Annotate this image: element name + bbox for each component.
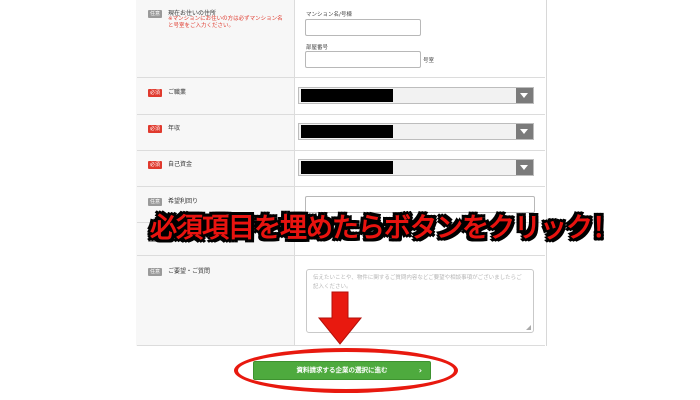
optional-badge: 任意 <box>148 10 162 18</box>
proceed-button-label: 資料請求する企業の選択に進む <box>296 366 388 374</box>
row-divider <box>137 77 545 78</box>
occupation-label: ご職業 <box>168 89 187 96</box>
room-number-label: 部屋番号 <box>306 45 329 51</box>
instruction-overlay-text: 必須項目を埋めたらボタンをクリック！ <box>150 213 619 244</box>
row-divider <box>137 255 545 256</box>
chevron-down-icon[interactable] <box>516 160 533 175</box>
label-column <box>136 0 295 346</box>
desired-yield-input[interactable] <box>305 196 535 213</box>
requests-label: ご要望・ご質問 <box>168 268 211 275</box>
savings-select[interactable] <box>298 159 534 176</box>
row-divider <box>137 114 545 115</box>
desired-yield-label: 希望利回り <box>168 198 199 205</box>
row-divider <box>137 150 545 151</box>
required-badge: 必須 <box>148 161 162 169</box>
chevron-down-icon[interactable] <box>516 88 533 103</box>
annual-income-label: 年収 <box>168 125 181 132</box>
chevron-down-icon[interactable] <box>516 124 533 139</box>
redacted-value <box>301 161 393 174</box>
savings-label: 自己資金 <box>168 161 193 168</box>
proceed-button[interactable]: 資料請求する企業の選択に進む › <box>253 361 431 380</box>
chevron-right-icon: › <box>418 366 422 375</box>
resize-grip-icon[interactable] <box>526 325 531 330</box>
row-divider <box>137 186 545 187</box>
address-note: ※マンションにお住いの方は必ずマンション名と号室をご入力ください。 <box>168 16 283 29</box>
annual-income-select[interactable] <box>298 123 534 140</box>
mansion-name-label: マンション名/号棟 <box>306 12 352 18</box>
redacted-value <box>301 89 393 102</box>
required-badge: 必須 <box>148 125 162 133</box>
down-arrow-icon <box>317 291 363 345</box>
required-badge: 必須 <box>148 89 162 97</box>
room-suffix: 号室 <box>423 58 435 64</box>
mansion-name-input[interactable] <box>305 19 421 36</box>
redacted-value <box>301 125 393 138</box>
room-number-input[interactable] <box>305 51 421 68</box>
occupation-select[interactable] <box>298 87 534 104</box>
optional-badge: 任意 <box>148 268 162 276</box>
optional-badge: 任意 <box>148 198 162 206</box>
